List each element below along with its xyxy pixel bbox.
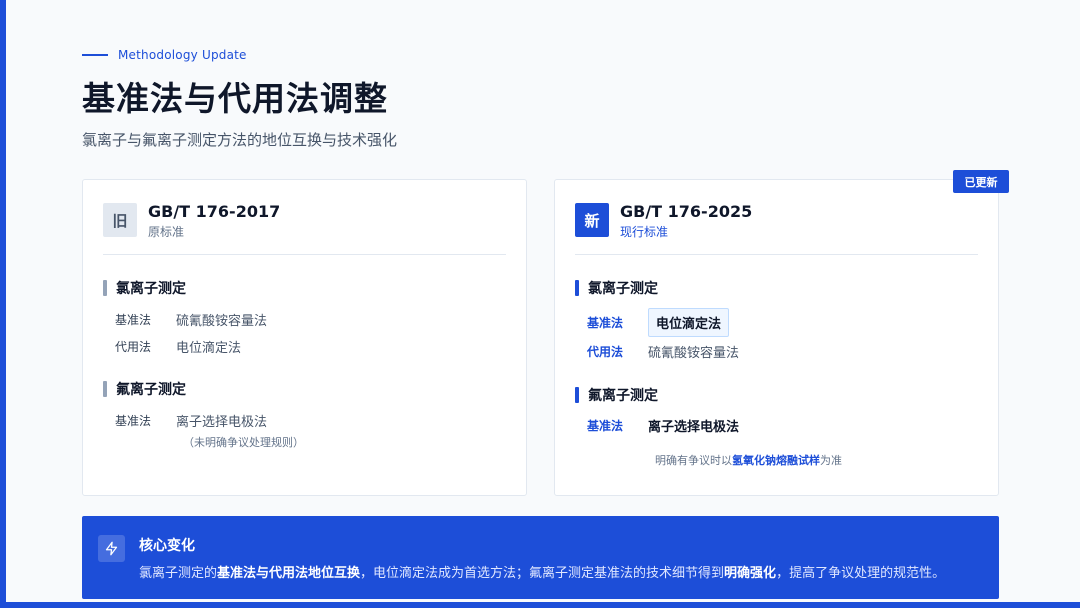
eyebrow: Methodology Update	[82, 48, 247, 62]
new-fluoride-section: 氟离子测定	[575, 385, 658, 405]
summary-text-part: ，电位滴定法成为首选方法；氟离子测定基准法的技术细节得到	[360, 566, 725, 581]
row-label: 代用法	[115, 340, 152, 354]
updated-badge: 已更新	[953, 170, 1009, 193]
section-title: 氟离子测定	[116, 382, 186, 398]
new-tag: 新	[575, 203, 609, 237]
page-title: 基准法与代用法调整	[82, 79, 388, 118]
new-chloride-row-2: 代用法 硫氰酸铵容量法	[587, 342, 739, 361]
section-title: 氟离子测定	[588, 388, 658, 404]
lightning-icon	[98, 535, 125, 562]
old-standard-card: 旧 GB/T 176-2017 原标准 氯离子测定 基准法 硫氰酸铵容量法 代用…	[82, 179, 527, 496]
row-label: 基准法	[587, 316, 624, 330]
section-bar	[103, 280, 107, 296]
row-value: 硫氰酸铵容量法	[648, 346, 740, 361]
section-bar	[103, 381, 107, 397]
card-divider	[575, 254, 978, 255]
left-accent-bar	[0, 0, 6, 608]
row-value: 电位滴定法	[176, 341, 242, 356]
new-fluoride-note: 明确有争议时以氢氧化钠熔融试样为准	[655, 452, 842, 468]
bottom-accent-bar	[0, 602, 1080, 608]
section-bar	[575, 280, 579, 296]
old-chloride-section: 氯离子测定	[103, 278, 186, 298]
new-standard-desc: 现行标准	[620, 225, 669, 239]
row-value: 硫氰酸铵容量法	[176, 314, 268, 329]
summary-title: 核心变化	[139, 538, 195, 554]
note-highlight: 氢氧化钠熔融试样	[732, 454, 820, 467]
row-value: 离子选择电极法	[648, 420, 740, 435]
eyebrow-text: Methodology Update	[118, 48, 247, 62]
old-chloride-row-1: 基准法 硫氰酸铵容量法	[115, 310, 267, 329]
row-label: 基准法	[587, 419, 624, 433]
new-fluoride-row-1: 基准法 离子选择电极法	[587, 416, 739, 435]
summary-text: 氯离子测定的基准法与代用法地位互换，电位滴定法成为首选方法；氟离子测定基准法的技…	[139, 562, 945, 581]
summary-bold: 基准法与代用法地位互换	[217, 566, 361, 581]
eyebrow-line	[82, 54, 108, 56]
summary-text-part: 氯离子测定的	[139, 566, 218, 581]
old-fluoride-note: （未明确争议处理规则）	[183, 436, 304, 449]
old-tag: 旧	[103, 203, 137, 237]
row-label: 基准法	[115, 414, 152, 428]
page-subtitle: 氯离子与氟离子测定方法的地位互换与技术强化	[82, 131, 398, 149]
section-title: 氯离子测定	[588, 281, 658, 297]
old-chloride-row-2: 代用法 电位滴定法	[115, 337, 241, 356]
summary-banner: 核心变化 氯离子测定的基准法与代用法地位互换，电位滴定法成为首选方法；氟离子测定…	[82, 516, 999, 599]
summary-text-part: ，提高了争议处理的规范性。	[776, 566, 946, 581]
new-standard-code: GB/T 176-2025	[620, 202, 753, 221]
old-fluoride-section: 氟离子测定	[103, 379, 186, 399]
old-standard-desc: 原标准	[148, 225, 185, 239]
note-text: 为准	[820, 454, 842, 467]
row-label: 基准法	[115, 313, 152, 327]
old-standard-code: GB/T 176-2017	[148, 202, 281, 221]
old-fluoride-row-1: 基准法 离子选择电极法	[115, 411, 267, 430]
row-value: 离子选择电极法	[176, 415, 268, 430]
old-card-header: 旧 GB/T 176-2017 原标准	[103, 203, 280, 240]
section-title: 氯离子测定	[116, 281, 186, 297]
card-divider	[103, 254, 506, 255]
note-text: 明确有争议时以	[655, 454, 732, 467]
row-label: 代用法	[587, 345, 624, 359]
section-bar	[575, 387, 579, 403]
new-card-header: 新 GB/T 176-2025 现行标准	[575, 203, 752, 240]
summary-bold: 明确强化	[724, 566, 777, 581]
new-standard-card: 新 GB/T 176-2025 现行标准 氯离子测定 基准法 电位滴定法 代用法…	[554, 179, 999, 496]
highlighted-method-chip: 电位滴定法	[648, 308, 730, 337]
new-chloride-section: 氯离子测定	[575, 278, 658, 298]
new-chloride-row-1: 基准法 电位滴定法	[587, 308, 730, 337]
